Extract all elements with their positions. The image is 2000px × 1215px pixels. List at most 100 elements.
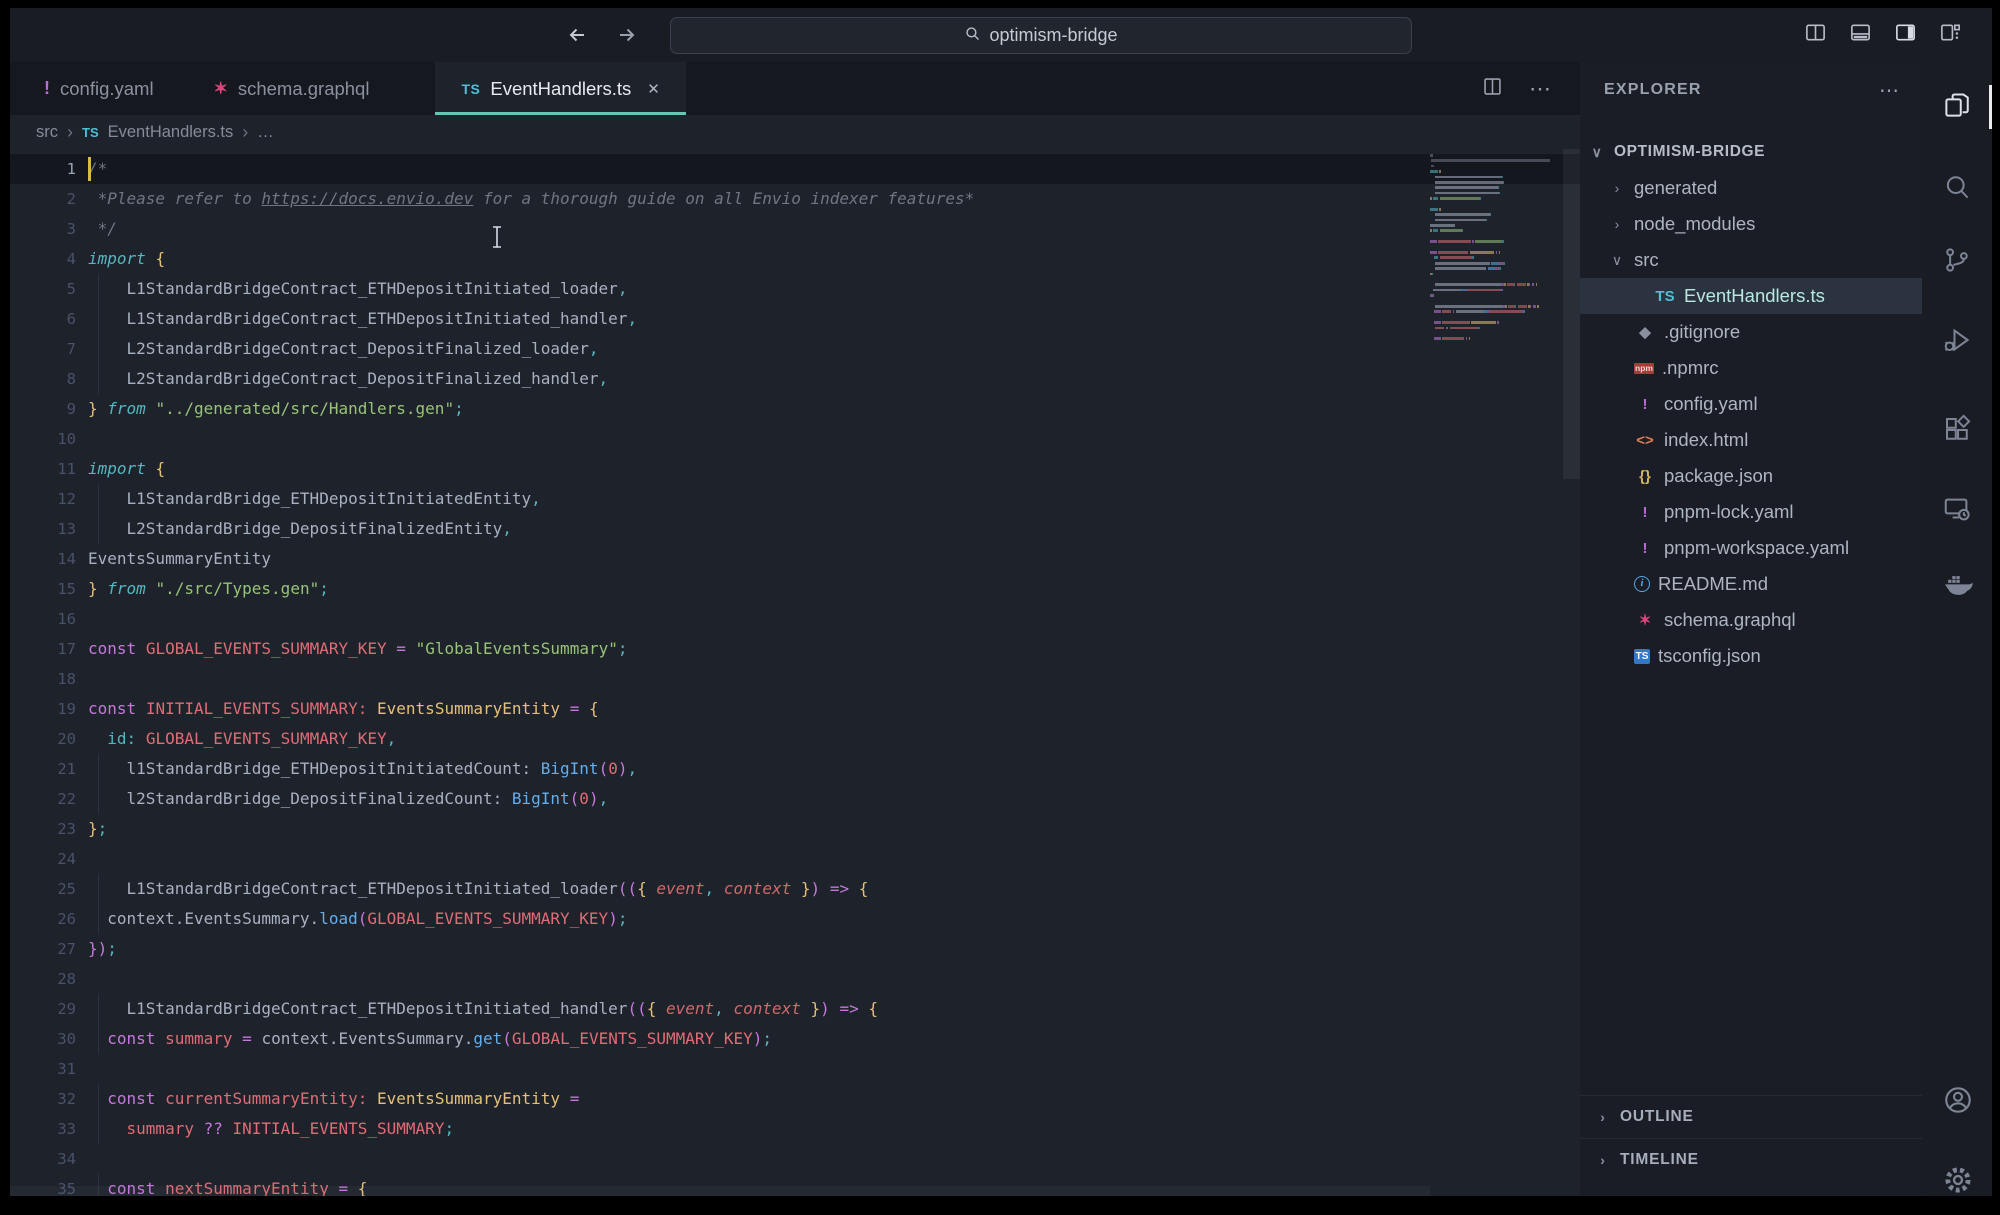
account-icon[interactable] <box>1942 1084 1972 1114</box>
line-number[interactable]: 12 <box>10 484 76 514</box>
code-line[interactable]: 13 L2StandardBridge_DepositFinalizedEnti… <box>10 514 1580 544</box>
code-line[interactable]: 23}; <box>10 814 1580 844</box>
code-line[interactable]: 28 <box>10 964 1580 994</box>
sidebar-item--npmrc[interactable]: npm.npmrc <box>1580 350 1922 386</box>
code-line[interactable]: 2 *Please refer to https://docs.envio.de… <box>10 184 1580 214</box>
code-line[interactable]: 19const INITIAL_EVENTS_SUMMARY: EventsSu… <box>10 694 1580 724</box>
editor-horizontal-scrollbar[interactable] <box>10 1186 1430 1196</box>
code-line[interactable]: 17const GLOBAL_EVENTS_SUMMARY_KEY = "Glo… <box>10 634 1580 664</box>
code-line[interactable]: 15} from "./src/Types.gen"; <box>10 574 1580 604</box>
live-preview-icon[interactable] <box>1942 494 1972 524</box>
forward-arrow-icon[interactable] <box>615 23 639 47</box>
code-line[interactable]: 29 L1StandardBridgeContract_ETHDepositIn… <box>10 994 1580 1024</box>
code-editor[interactable]: 1/*2 *Please refer to https://docs.envio… <box>10 149 1580 1196</box>
line-number[interactable]: 8 <box>10 364 76 394</box>
code-line[interactable]: 9} from "../generated/src/Handlers.gen"; <box>10 394 1580 424</box>
code-line[interactable]: 25 L1StandardBridgeContract_ETHDepositIn… <box>10 874 1580 904</box>
line-number[interactable]: 29 <box>10 994 76 1024</box>
code-line[interactable]: 11import { <box>10 454 1580 484</box>
code-line[interactable]: 20 id: GLOBAL_EVENTS_SUMMARY_KEY, <box>10 724 1580 754</box>
sidebar-item-eventhandlers-ts[interactable]: TSEventHandlers.ts <box>1580 278 1922 314</box>
sidebar-item-package-json[interactable]: {}package.json <box>1580 458 1922 494</box>
code-line[interactable]: 32 const currentSummaryEntity: EventsSum… <box>10 1084 1580 1114</box>
outline-panel-header[interactable]: › OUTLINE <box>1580 1095 1922 1138</box>
line-number[interactable]: 24 <box>10 844 76 874</box>
code-line[interactable]: 10 <box>10 424 1580 454</box>
toggle-right-sidebar-icon[interactable] <box>1894 21 1917 49</box>
line-number[interactable]: 9 <box>10 394 76 424</box>
sidebar-item-node-modules[interactable]: ›node_modules <box>1580 206 1922 242</box>
back-arrow-icon[interactable] <box>565 23 589 47</box>
breadcrumb-folder[interactable]: src <box>36 123 58 142</box>
code-line[interactable]: 16 <box>10 604 1580 634</box>
code-line[interactable]: 27}); <box>10 934 1580 964</box>
sidebar-item-src[interactable]: ∨src <box>1580 242 1922 278</box>
line-number[interactable]: 30 <box>10 1024 76 1054</box>
line-number[interactable]: 33 <box>10 1114 76 1144</box>
line-number[interactable]: 15 <box>10 574 76 604</box>
toggle-bottom-panel-icon[interactable] <box>1849 21 1872 49</box>
toggle-panel-layout-icon[interactable] <box>1804 21 1827 49</box>
line-number[interactable]: 6 <box>10 304 76 334</box>
run-debug-icon[interactable] <box>1942 325 1972 355</box>
docker-icon[interactable] <box>1942 567 1972 597</box>
line-number[interactable]: 27 <box>10 934 76 964</box>
code-line[interactable]: 3 */ <box>10 214 1580 244</box>
code-line[interactable]: 26 context.EventsSummary.load(GLOBAL_EVE… <box>10 904 1580 934</box>
code-line[interactable]: 33 summary ?? INITIAL_EVENTS_SUMMARY; <box>10 1114 1580 1144</box>
line-number[interactable]: 14 <box>10 544 76 574</box>
line-number[interactable]: 31 <box>10 1054 76 1084</box>
line-number[interactable]: 20 <box>10 724 76 754</box>
line-number[interactable]: 5 <box>10 274 76 304</box>
extensions-icon[interactable] <box>1942 414 1972 444</box>
line-number[interactable]: 22 <box>10 784 76 814</box>
source-control-icon[interactable] <box>1942 245 1972 275</box>
code-line[interactable]: 34 <box>10 1144 1580 1174</box>
sidebar-item-pnpm-workspace-yaml[interactable]: !pnpm-workspace.yaml <box>1580 530 1922 566</box>
line-number[interactable]: 34 <box>10 1144 76 1174</box>
code-line[interactable]: 30 const summary = context.EventsSummary… <box>10 1024 1580 1054</box>
line-number[interactable]: 26 <box>10 904 76 934</box>
line-number[interactable]: 16 <box>10 604 76 634</box>
line-number[interactable]: 11 <box>10 454 76 484</box>
code-line[interactable]: 1/* <box>10 154 1580 184</box>
line-number[interactable]: 1 <box>10 154 76 184</box>
explorer-icon[interactable] <box>1942 90 1972 120</box>
timeline-panel-header[interactable]: › TIMELINE <box>1580 1138 1922 1181</box>
minimap[interactable] <box>1430 154 1562 343</box>
editor-more-actions-icon[interactable]: ⋯ <box>1529 76 1552 102</box>
code-line[interactable]: 18 <box>10 664 1580 694</box>
code-line[interactable]: 7 L2StandardBridgeContract_DepositFinali… <box>10 334 1580 364</box>
line-number[interactable]: 28 <box>10 964 76 994</box>
code-line[interactable]: 4import { <box>10 244 1580 274</box>
tab-eventhandlers-ts[interactable]: TS EventHandlers.ts ✕ <box>435 62 685 115</box>
line-number[interactable]: 2 <box>10 184 76 214</box>
breadcrumb-symbol[interactable]: … <box>257 123 274 142</box>
line-number[interactable]: 4 <box>10 244 76 274</box>
code-line[interactable]: 14EventsSummaryEntity <box>10 544 1580 574</box>
sidebar-item-readme-md[interactable]: iREADME.md <box>1580 566 1922 602</box>
split-editor-icon[interactable] <box>1482 76 1503 102</box>
line-number[interactable]: 18 <box>10 664 76 694</box>
tab-schema-graphql[interactable]: ✶ schema.graphql <box>188 62 396 115</box>
line-number[interactable]: 25 <box>10 874 76 904</box>
code-line[interactable]: 22 l2StandardBridge_DepositFinalizedCoun… <box>10 784 1580 814</box>
code-line[interactable]: 31 <box>10 1054 1580 1084</box>
code-line[interactable]: 5 L1StandardBridgeContract_ETHDepositIni… <box>10 274 1580 304</box>
search-view-icon[interactable] <box>1942 172 1972 202</box>
code-line[interactable]: 12 L1StandardBridge_ETHDepositInitiatedE… <box>10 484 1580 514</box>
line-number[interactable]: 13 <box>10 514 76 544</box>
sidebar-item-optimism-bridge[interactable]: ∨OPTIMISM-BRIDGE <box>1580 134 1922 170</box>
line-number[interactable]: 32 <box>10 1084 76 1114</box>
sidebar-item--gitignore[interactable]: ◆.gitignore <box>1580 314 1922 350</box>
command-center-search[interactable]: optimism-bridge <box>670 17 1412 54</box>
sidebar-item-generated[interactable]: ›generated <box>1580 170 1922 206</box>
tab-config-yaml[interactable]: ! config.yaml <box>18 62 180 115</box>
code-line[interactable]: 21 l1StandardBridge_ETHDepositInitiatedC… <box>10 754 1580 784</box>
line-number[interactable]: 19 <box>10 694 76 724</box>
line-number[interactable]: 7 <box>10 334 76 364</box>
sidebar-item-pnpm-lock-yaml[interactable]: !pnpm-lock.yaml <box>1580 494 1922 530</box>
sidebar-item-tsconfig-json[interactable]: TStsconfig.json <box>1580 638 1922 674</box>
editor-scrollbar[interactable] <box>1563 149 1580 479</box>
sidebar-item-config-yaml[interactable]: !config.yaml <box>1580 386 1922 422</box>
